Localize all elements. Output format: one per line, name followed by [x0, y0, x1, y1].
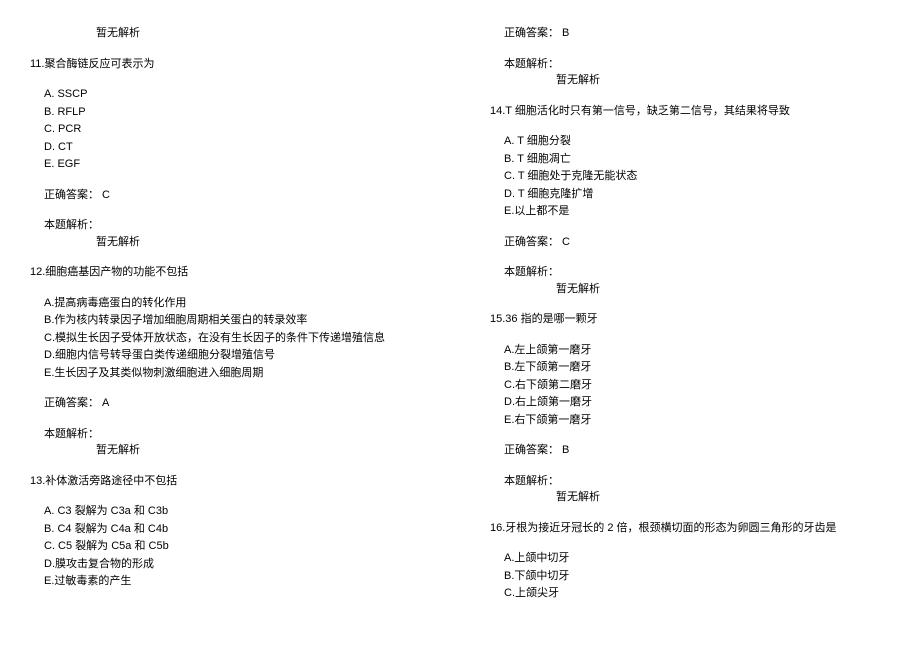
top-answer: 正确答案： B: [504, 25, 890, 42]
q16-options: A.上颌中切牙 B.下颌中切牙 C.上颌尖牙: [504, 550, 890, 602]
q12-analysis-body: 暂无解析: [96, 442, 430, 459]
question-12: 12.细胞癌基因产物的功能不包括 A.提高病毒癌蛋白的转化作用 B.作为核内转录…: [30, 264, 430, 459]
question-13: 13.补体激活旁路途径中不包括 A. C3 裂解为 C3a 和 C3b B. C…: [30, 473, 430, 590]
q14-analysis-label: 本题解析：: [504, 264, 890, 281]
q11-option-e: E. EGF: [44, 156, 430, 173]
q13-option-a: A. C3 裂解为 C3a 和 C3b: [44, 503, 430, 520]
q12-option-d: D.细胞内信号转导蛋白类传递细胞分裂增殖信号: [44, 347, 430, 364]
q11-options: A. SSCP B. RFLP C. PCR D. CT E. EGF: [44, 86, 430, 173]
q11-answer: 正确答案： C: [44, 187, 430, 204]
q15-analysis-body: 暂无解析: [556, 489, 890, 506]
q13-option-e: E.过敏毒素的产生: [44, 573, 430, 590]
q14-options: A. T 细胞分裂 B. T 细胞凋亡 C. T 细胞处于克隆无能状态 D. T…: [504, 133, 890, 220]
analysis-none-top: 暂无解析: [96, 25, 430, 42]
q15-stem: 15.36 指的是哪一颗牙: [490, 311, 890, 328]
q14-stem: 14.T 细胞活化时只有第一信号，缺乏第二信号，其结果将导致: [490, 103, 890, 120]
q11-option-a: A. SSCP: [44, 86, 430, 103]
q15-option-a: A.左上颌第一磨牙: [504, 342, 890, 359]
question-14: 14.T 细胞活化时只有第一信号，缺乏第二信号，其结果将导致 A. T 细胞分裂…: [490, 103, 890, 298]
q15-option-e: E.右下颌第一磨牙: [504, 412, 890, 429]
question-11: 11.聚合酶链反应可表示为 A. SSCP B. RFLP C. PCR D. …: [30, 56, 430, 251]
q12-options: A.提高病毒癌蛋白的转化作用 B.作为核内转录因子增加细胞周期相关蛋白的转录效率…: [44, 295, 430, 382]
left-column: 暂无解析 11.聚合酶链反应可表示为 A. SSCP B. RFLP C. PC…: [0, 0, 460, 651]
q14-option-b: B. T 细胞凋亡: [504, 151, 890, 168]
page: 暂无解析 11.聚合酶链反应可表示为 A. SSCP B. RFLP C. PC…: [0, 0, 920, 651]
q15-option-d: D.右上颌第一磨牙: [504, 394, 890, 411]
q14-option-e: E.以上都不是: [504, 203, 890, 220]
top-analysis-label: 本题解析：: [504, 56, 890, 73]
q12-analysis-label: 本题解析：: [44, 426, 430, 443]
q15-option-b: B.左下颌第一磨牙: [504, 359, 890, 376]
q16-option-c: C.上颌尖牙: [504, 585, 890, 602]
question-16: 16.牙根为接近牙冠长的 2 倍，根颈横切面的形态为卵圆三角形的牙齿是 A.上颌…: [490, 520, 890, 602]
q12-option-e: E.生长因子及其类似物刺激细胞进入细胞周期: [44, 365, 430, 382]
q14-option-d: D. T 细胞克隆扩增: [504, 186, 890, 203]
q16-stem: 16.牙根为接近牙冠长的 2 倍，根颈横切面的形态为卵圆三角形的牙齿是: [490, 520, 890, 537]
q15-answer: 正确答案： B: [504, 442, 890, 459]
q15-option-c: C.右下颌第二磨牙: [504, 377, 890, 394]
top-analysis-body: 暂无解析: [556, 72, 890, 89]
q14-analysis-body: 暂无解析: [556, 281, 890, 298]
q13-stem: 13.补体激活旁路途径中不包括: [30, 473, 430, 490]
q11-option-c: C. PCR: [44, 121, 430, 138]
q11-option-d: D. CT: [44, 139, 430, 156]
q16-option-a: A.上颌中切牙: [504, 550, 890, 567]
right-column: 正确答案： B 本题解析： 暂无解析 14.T 细胞活化时只有第一信号，缺乏第二…: [460, 0, 920, 651]
q16-option-b: B.下颌中切牙: [504, 568, 890, 585]
q15-analysis-label: 本题解析：: [504, 473, 890, 490]
q15-options: A.左上颌第一磨牙 B.左下颌第一磨牙 C.右下颌第二磨牙 D.右上颌第一磨牙 …: [504, 342, 890, 429]
q11-analysis-body: 暂无解析: [96, 234, 430, 251]
q14-option-c: C. T 细胞处于克隆无能状态: [504, 168, 890, 185]
q11-analysis-label: 本题解析：: [44, 217, 430, 234]
q13-option-b: B. C4 裂解为 C4a 和 C4b: [44, 521, 430, 538]
q12-option-a: A.提高病毒癌蛋白的转化作用: [44, 295, 430, 312]
q12-stem: 12.细胞癌基因产物的功能不包括: [30, 264, 430, 281]
q12-option-c: C.模拟生长因子受体开放状态，在没有生长因子的条件下传递增殖信息: [44, 330, 430, 347]
q11-option-b: B. RFLP: [44, 104, 430, 121]
question-15: 15.36 指的是哪一颗牙 A.左上颌第一磨牙 B.左下颌第一磨牙 C.右下颌第…: [490, 311, 890, 506]
q13-option-d: D.膜攻击复合物的形成: [44, 556, 430, 573]
q13-options: A. C3 裂解为 C3a 和 C3b B. C4 裂解为 C4a 和 C4b …: [44, 503, 430, 590]
q12-answer: 正确答案： A: [44, 395, 430, 412]
q14-answer: 正确答案： C: [504, 234, 890, 251]
q11-stem: 11.聚合酶链反应可表示为: [30, 56, 430, 73]
q14-option-a: A. T 细胞分裂: [504, 133, 890, 150]
q12-option-b: B.作为核内转录因子增加细胞周期相关蛋白的转录效率: [44, 312, 430, 329]
q13-option-c: C. C5 裂解为 C5a 和 C5b: [44, 538, 430, 555]
